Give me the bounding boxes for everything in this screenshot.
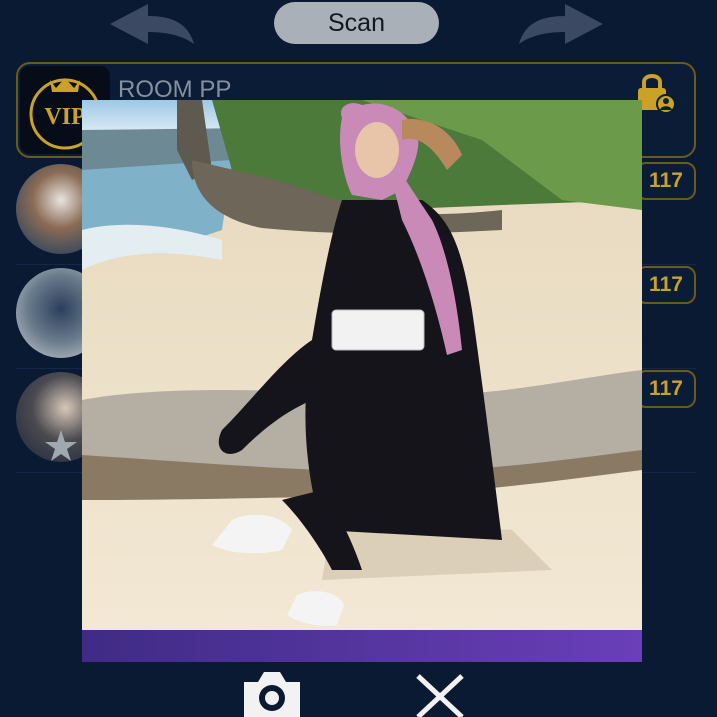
back-arrow-icon[interactable]	[108, 2, 198, 46]
vip-logo-text: VIP	[44, 104, 85, 130]
photo-preview	[82, 100, 642, 662]
count-badge: 117	[636, 266, 696, 304]
count-badge: 117	[636, 162, 696, 200]
lock-user-icon[interactable]	[636, 70, 676, 114]
close-icon[interactable]	[412, 672, 468, 717]
photo-footer-bar	[82, 630, 642, 662]
count-badge: 117	[636, 370, 696, 408]
camera-icon[interactable]	[240, 668, 304, 717]
scan-button[interactable]: Scan	[274, 2, 439, 44]
forward-arrow-icon[interactable]	[515, 2, 605, 46]
beach-photo	[82, 100, 642, 630]
top-bar: Scan	[0, 0, 717, 50]
